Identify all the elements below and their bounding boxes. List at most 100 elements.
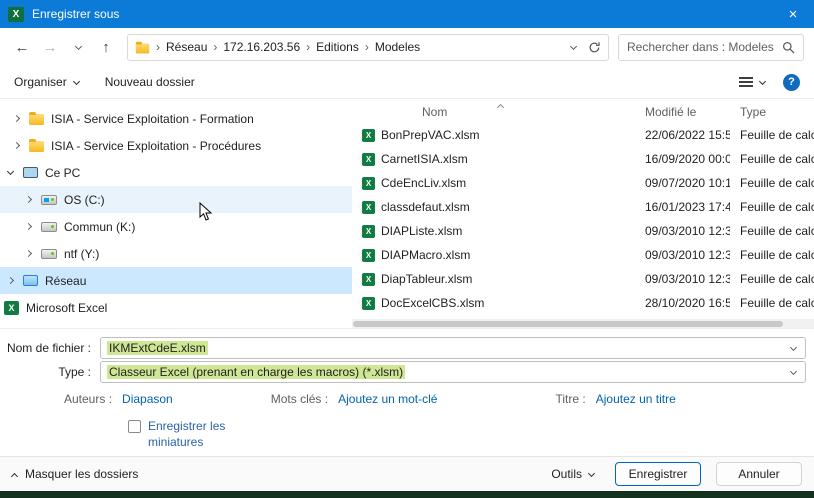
file-modified: 16/09/2020 00:05: [637, 152, 730, 166]
folder-icon: [29, 114, 44, 125]
chevron-right-icon[interactable]: [24, 196, 31, 203]
breadcrumb-item-modeles[interactable]: Modeles: [375, 40, 420, 54]
dialog-footer: Masquer les dossiers Outils Enregistrer …: [0, 456, 814, 491]
chevron-down-icon[interactable]: [790, 368, 797, 375]
file-modified: 22/06/2022 15:59: [637, 128, 730, 142]
chevron-right-icon[interactable]: [24, 250, 31, 257]
sidebar-item-label: Microsoft Excel: [26, 301, 107, 315]
chevron-right-icon[interactable]: [6, 277, 13, 284]
sidebar-item-os-c[interactable]: OS (C:): [0, 186, 352, 213]
sidebar-item-isia-formation[interactable]: ISIA - Service Exploitation - Formation: [0, 105, 352, 132]
filename-input[interactable]: IKMExtCdeE.xlsm: [100, 337, 806, 359]
file-modified: 09/07/2020 10:12: [637, 176, 730, 190]
close-button[interactable]: ×: [772, 0, 814, 28]
network-drive-icon: [41, 222, 57, 232]
file-row[interactable]: XCdeEncLiv.xlsm 09/07/2020 10:12 Feuille…: [352, 171, 814, 195]
tags-label: Mots clés :: [271, 392, 328, 406]
hide-folders-button[interactable]: Masquer les dossiers: [12, 467, 138, 481]
save-thumbnails-checkbox[interactable]: Enregistrer les miniatures: [128, 419, 814, 450]
breadcrumb-item-reseau[interactable]: Réseau: [166, 40, 207, 54]
forward-button[interactable]: →: [38, 34, 62, 60]
help-icon[interactable]: ?: [783, 74, 800, 91]
search-input[interactable]: Rechercher dans : Modeles: [618, 34, 804, 61]
titlebar: X Enregistrer sous ×: [0, 0, 814, 28]
tags-value[interactable]: Ajoutez un mot-clé: [338, 392, 437, 406]
file-row[interactable]: XDocExcelCBS.xlsm 28/10/2020 16:51 Feuil…: [352, 291, 814, 315]
address-dropdown-icon[interactable]: [570, 42, 577, 49]
background-window-strip: [0, 491, 814, 498]
sidebar-item-label: ntf (Y:): [64, 247, 99, 261]
refresh-button[interactable]: [588, 41, 601, 54]
save-button[interactable]: Enregistrer: [615, 462, 701, 486]
filename-label: Nom de fichier :: [0, 341, 100, 355]
xlsm-file-icon: X: [362, 297, 375, 310]
sidebar-item-isia-procedures[interactable]: ISIA - Service Exploitation - Procédures: [0, 132, 352, 159]
xlsm-file-icon: X: [362, 225, 375, 238]
column-header-name[interactable]: Nom: [352, 105, 637, 119]
file-row[interactable]: XDIAPListe.xlsm 09/03/2010 12:31 Feuille…: [352, 219, 814, 243]
column-header-type[interactable]: Type: [730, 105, 814, 119]
up-button[interactable]: ↑: [94, 34, 118, 60]
folder-tree: ISIA - Service Exploitation - Formation …: [0, 99, 352, 328]
computer-icon: [23, 167, 38, 178]
save-as-dialog: X Enregistrer sous × ← → ↑ › Réseau › 17…: [0, 0, 814, 498]
file-row[interactable]: XCarnetISIA.xlsm 16/09/2020 00:05 Feuill…: [352, 147, 814, 171]
filetype-value: Classeur Excel (prenant en charge les ma…: [107, 365, 405, 379]
navigation-bar: ← → ↑ › Réseau › 172.16.203.56 › Edition…: [0, 28, 814, 66]
tools-button[interactable]: Outils: [551, 467, 594, 481]
file-row[interactable]: XBonPrepVAC.xlsm 22/06/2022 15:59 Feuill…: [352, 123, 814, 147]
chevron-right-icon[interactable]: [24, 223, 31, 230]
sidebar-item-ce-pc[interactable]: Ce PC: [0, 159, 352, 186]
sidebar-item-commun-k[interactable]: Commun (K:): [0, 213, 352, 240]
file-name: BonPrepVAC.xlsm: [381, 128, 479, 142]
chevron-right-icon[interactable]: [12, 115, 19, 122]
breadcrumb-separator[interactable]: ›: [365, 40, 369, 54]
organize-menu[interactable]: Organiser: [14, 75, 79, 89]
recent-locations-button[interactable]: [66, 34, 90, 60]
file-name: DIAPListe.xlsm: [381, 224, 462, 238]
xlsm-file-icon: X: [362, 201, 375, 214]
organize-label: Organiser: [14, 75, 67, 89]
breadcrumb-item-editions[interactable]: Editions: [316, 40, 359, 54]
file-name: CdeEncLiv.xlsm: [381, 176, 466, 190]
views-button[interactable]: [739, 77, 765, 87]
horizontal-scrollbar[interactable]: [352, 319, 814, 328]
new-folder-button[interactable]: Nouveau dossier: [105, 75, 195, 89]
checkbox-icon[interactable]: [128, 420, 141, 433]
sidebar-item-ntf-y[interactable]: ntf (Y:): [0, 240, 352, 267]
file-row[interactable]: Xclassdefaut.xlsm 16/01/2023 17:48 Feuil…: [352, 195, 814, 219]
title-value[interactable]: Ajoutez un titre: [596, 392, 676, 406]
search-icon[interactable]: [782, 41, 795, 54]
sidebar-item-label: Commun (K:): [64, 220, 135, 234]
chevron-down-icon: [759, 77, 766, 84]
breadcrumb-item-server[interactable]: 172.16.203.56: [223, 40, 300, 54]
chevron-right-icon[interactable]: [12, 142, 19, 149]
address-bar[interactable]: › Réseau › 172.16.203.56 › Editions › Mo…: [127, 34, 609, 61]
filetype-label: Type :: [0, 365, 100, 379]
authors-value[interactable]: Diapason: [122, 392, 173, 406]
breadcrumb-separator[interactable]: ›: [306, 40, 310, 54]
excel-app-icon: X: [8, 7, 24, 22]
network-icon: [23, 275, 38, 286]
cancel-button[interactable]: Annuler: [716, 462, 802, 486]
sidebar-item-microsoft-excel[interactable]: X Microsoft Excel: [0, 294, 352, 321]
footer-actions: Outils Enregistrer Annuler: [551, 462, 802, 486]
file-modified: 16/01/2023 17:48: [637, 200, 730, 214]
chevron-down-icon[interactable]: [6, 168, 13, 175]
views-icon: [739, 77, 753, 87]
chevron-down-icon[interactable]: [790, 344, 797, 351]
sidebar-item-reseau[interactable]: Réseau: [0, 267, 352, 294]
file-row[interactable]: XDIAPMacro.xlsm 09/03/2010 12:30 Feuille…: [352, 243, 814, 267]
breadcrumb-separator[interactable]: ›: [213, 40, 217, 54]
folder-icon: [29, 141, 44, 152]
scrollbar-thumb[interactable]: [353, 321, 783, 327]
filetype-select[interactable]: Classeur Excel (prenant en charge les ma…: [100, 361, 806, 383]
breadcrumb-separator[interactable]: ›: [156, 40, 160, 54]
file-type: Feuille de calc: [730, 272, 814, 286]
file-modified: 09/03/2010 12:31: [637, 272, 730, 286]
authors-label: Auteurs :: [64, 392, 112, 406]
file-name: CarnetISIA.xlsm: [381, 152, 468, 166]
back-button[interactable]: ←: [10, 34, 34, 60]
file-row[interactable]: XDiapTableur.xlsm 09/03/2010 12:31 Feuil…: [352, 267, 814, 291]
column-header-modified[interactable]: Modifié le: [637, 105, 730, 119]
